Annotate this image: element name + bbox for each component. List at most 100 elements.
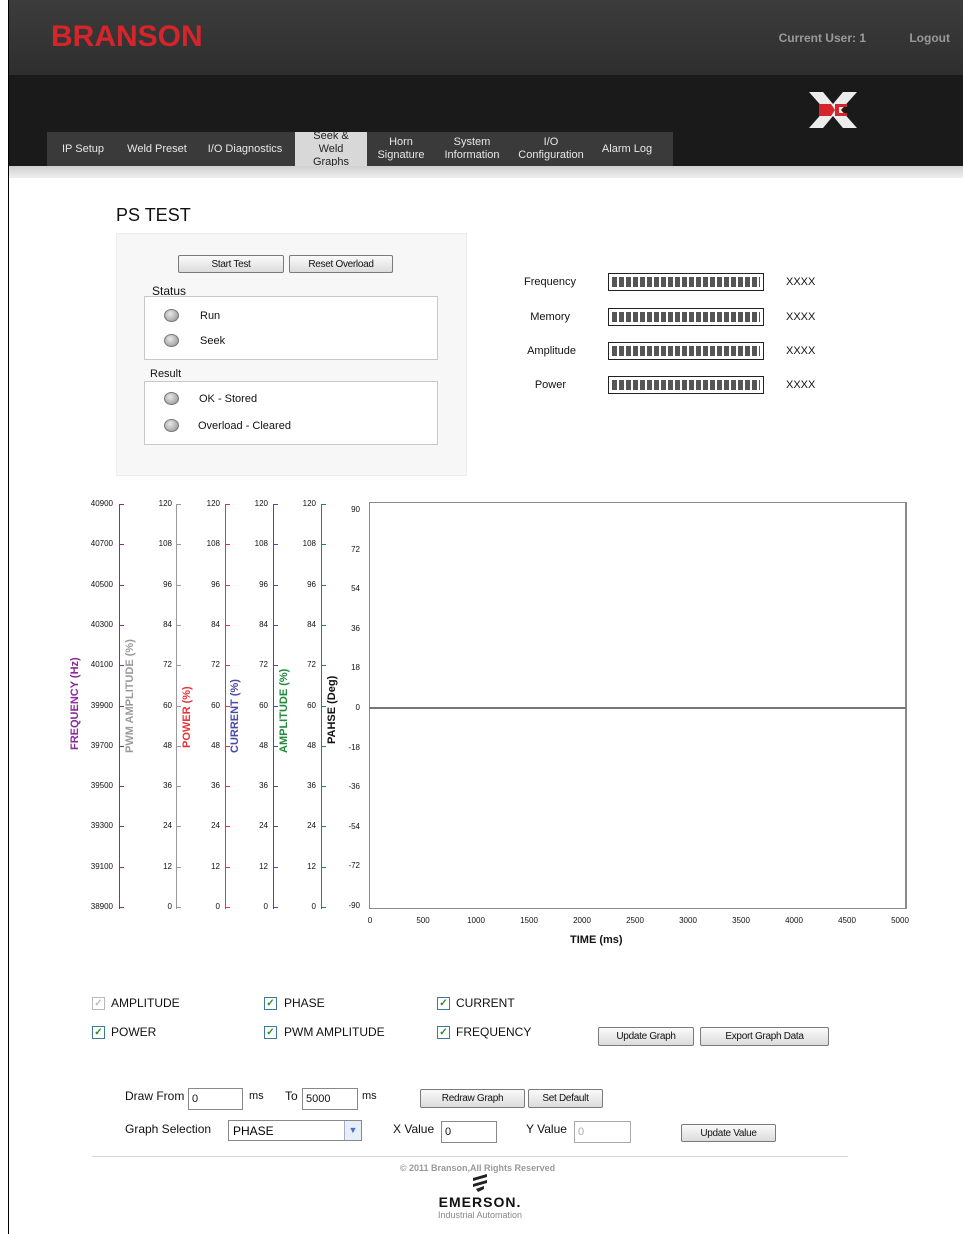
tab-io-configuration[interactable]: I/O Configuration — [509, 132, 593, 166]
meter-label: Power — [534, 379, 566, 391]
start-test-button[interactable]: Start Test — [178, 255, 284, 273]
graph-selection-value: PHASE — [233, 1124, 274, 1138]
tab-horn-signature[interactable]: Horn Signature — [367, 132, 435, 166]
phase-checkbox-label: PHASE — [284, 996, 325, 1010]
current-tick-mark — [274, 544, 278, 546]
frequency-axis-line — [119, 504, 120, 909]
frequency-tick-label: 39700 — [90, 740, 113, 750]
frequency-tick-mark — [120, 624, 124, 626]
emerson-division: Industrial Automation — [437, 1210, 523, 1220]
current-tick-mark — [274, 866, 278, 868]
branson-logo: BRANSON — [51, 20, 203, 53]
pwm-amplitude-checkbox[interactable]: ✓ — [264, 1026, 277, 1039]
amplitude-checkbox[interactable]: ✓ — [92, 997, 105, 1010]
tab-ip-setup[interactable]: IP Setup — [47, 132, 119, 166]
pwm-amplitude-checkbox-label: PWM AMPLITUDE — [284, 1025, 385, 1039]
frequency-tick-mark — [120, 544, 124, 546]
current-tick-mark — [274, 786, 278, 788]
overload-cleared-indicator-icon — [164, 419, 179, 432]
current-tick-label: 108 — [254, 539, 268, 549]
amplitude-tick-label: 0 — [311, 902, 316, 911]
power-axis-line — [225, 504, 226, 909]
pwm-amplitude-tick-mark — [177, 826, 181, 828]
pwm-amplitude-tick-mark — [177, 504, 181, 505]
phase-checkbox[interactable]: ✓ — [264, 997, 277, 1010]
pwm-amplitude-axis-line — [176, 504, 177, 909]
reset-overload-button[interactable]: Reset Overload — [289, 255, 393, 273]
frequency-tick-mark — [120, 504, 124, 505]
frequency-tick-mark — [120, 584, 124, 586]
phase-tick-label: -90 — [348, 901, 360, 910]
current-tick-label: 36 — [259, 781, 268, 791]
frequency-checkbox[interactable]: ✓ — [437, 1026, 450, 1039]
current-tick-mark — [274, 826, 278, 828]
amplitude-axis-title: AMPLITUDE (%) — [278, 668, 290, 753]
pwm-amplitude-tick-mark — [177, 584, 181, 586]
current-checkbox[interactable]: ✓ — [437, 997, 450, 1010]
ps-test-title: PS TEST — [116, 205, 191, 225]
frequency-tick-label: 38900 — [90, 902, 113, 911]
power-tick-mark — [226, 544, 230, 546]
power-meter — [608, 376, 764, 394]
current-tick-label: 24 — [259, 821, 268, 831]
time-tick-label: 500 — [416, 916, 430, 925]
frequency-meter — [608, 273, 764, 291]
update-graph-button[interactable]: Update Graph — [598, 1027, 694, 1046]
tab-seek-weld-graphs[interactable]: Seek & Weld Graphs — [295, 130, 367, 168]
amplitude-checkbox-label: AMPLITUDE — [111, 996, 180, 1010]
chevron-down-icon[interactable]: ▼ — [344, 1121, 361, 1140]
header: BRANSON Current User: 1 Logout IP Setup … — [9, 0, 963, 168]
draw-from-label: Draw From — [125, 1089, 185, 1103]
pwm-amplitude-tick-label: 120 — [158, 499, 172, 508]
phase-tick-label: 36 — [351, 623, 360, 633]
set-default-button[interactable]: Set Default — [528, 1089, 603, 1108]
run-indicator-icon — [164, 309, 179, 322]
frequency-tick-label: 39100 — [90, 861, 113, 871]
logout-link[interactable]: Logout — [909, 31, 950, 45]
ms-unit-label: ms — [362, 1090, 377, 1102]
pwm-axis-title: PWM AMPLITUDE (%) — [124, 639, 136, 753]
tab-weld-preset[interactable]: Weld Preset — [119, 132, 195, 166]
frequency-checkbox-label: FREQUENCY — [456, 1025, 532, 1039]
pwm-amplitude-tick-label: 36 — [163, 781, 172, 791]
current-tick-label: 96 — [259, 579, 268, 589]
meter-value: XXXX — [786, 276, 816, 288]
power-tick-label: 36 — [211, 781, 220, 791]
power-tick-label: 96 — [211, 579, 220, 589]
main-nav: IP Setup Weld Preset I/O Diagnostics See… — [47, 130, 673, 168]
ok-stored-label: OK - Stored — [199, 393, 258, 405]
x-axis-title: TIME (ms) — [570, 934, 623, 946]
meter-value: XXXX — [786, 311, 816, 323]
frequency-tick-label: 39900 — [90, 700, 113, 710]
y-value-input: 0 — [574, 1121, 631, 1143]
pwm-amplitude-tick-label: 12 — [163, 861, 172, 871]
power-tick-label: 12 — [211, 861, 220, 871]
tab-system-information[interactable]: System Information — [435, 132, 509, 166]
graph-selection-label: Graph Selection — [125, 1122, 212, 1136]
power-tick-mark — [226, 786, 230, 788]
frequency-tick-label: 40500 — [90, 579, 113, 589]
to-label: To — [285, 1089, 298, 1103]
power-tick-mark — [226, 665, 230, 667]
graph-selection-dropdown[interactable]: PHASE ▼ — [228, 1120, 362, 1141]
graph-plot-area[interactable] — [369, 502, 907, 909]
draw-from-input[interactable]: 0 — [188, 1088, 243, 1110]
amplitude-tick-label: 108 — [302, 539, 316, 549]
phase-tick-label: -72 — [348, 861, 360, 871]
dc-logo-icon — [809, 92, 857, 128]
y-value-label: Y Value — [526, 1122, 567, 1136]
tab-alarm-log[interactable]: Alarm Log — [593, 132, 661, 166]
draw-to-input[interactable]: 5000 — [302, 1088, 358, 1110]
redraw-graph-button[interactable]: Redraw Graph — [420, 1089, 525, 1108]
power-tick-label: 24 — [211, 821, 220, 831]
x-value-input[interactable]: 0 — [441, 1121, 497, 1143]
power-tick-mark — [226, 624, 230, 626]
export-graph-data-button[interactable]: Export Graph Data — [700, 1027, 829, 1046]
run-label: Run — [200, 310, 221, 322]
pwm-amplitude-tick-label: 60 — [163, 700, 172, 710]
power-checkbox[interactable]: ✓ — [92, 1026, 105, 1039]
tab-io-diagnostics[interactable]: I/O Diagnostics — [195, 132, 295, 166]
update-value-button[interactable]: Update Value — [681, 1124, 776, 1142]
power-tick-mark — [226, 504, 230, 505]
power-tick-label: 72 — [211, 660, 220, 670]
